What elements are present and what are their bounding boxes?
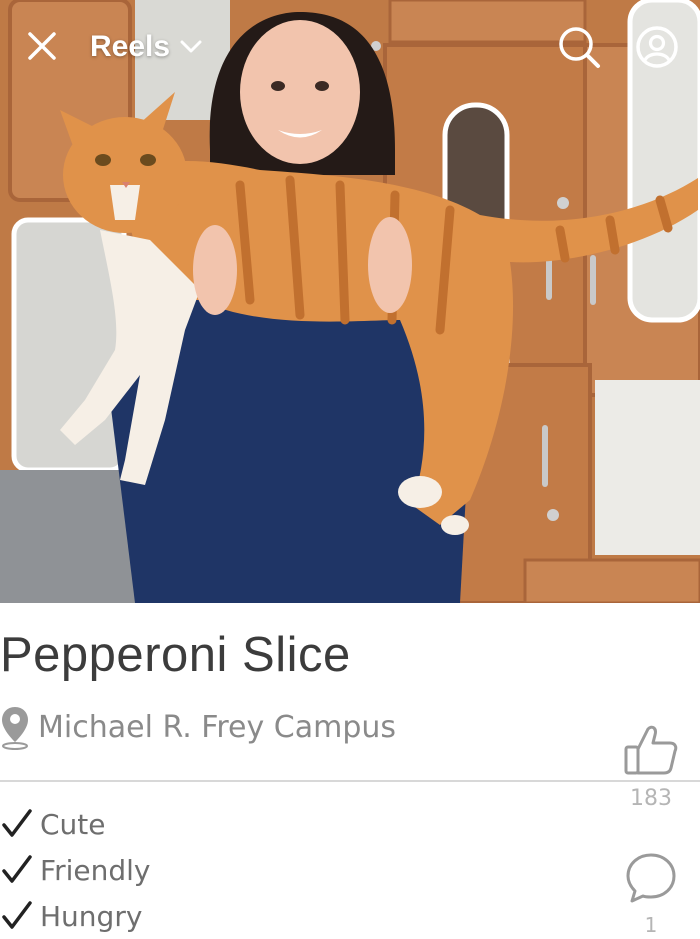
chevron-down-icon xyxy=(180,40,202,53)
pet-location[interactable]: Michael R. Frey Campus xyxy=(0,703,396,751)
location-label: Michael R. Frey Campus xyxy=(38,709,397,745)
reels-dropdown[interactable]: Reels xyxy=(90,26,202,68)
trait-list: Cute Friendly Hungry xyxy=(0,801,150,939)
checkmark-icon xyxy=(2,855,32,883)
profile-button[interactable] xyxy=(634,24,680,70)
like-count: 183 xyxy=(630,786,672,811)
comment-count: 1 xyxy=(644,913,658,937)
top-navigation-bar: Reels xyxy=(0,0,700,96)
checkmark-icon xyxy=(2,809,32,837)
location-pin-icon xyxy=(2,707,28,750)
pet-info-panel: Pepperoni Slice Michael R. Frey Campus 1… xyxy=(0,603,700,937)
reels-title: Reels xyxy=(90,30,171,63)
trait-label: Friendly xyxy=(40,853,151,887)
trait-label: Hungry xyxy=(40,899,143,933)
search-icon xyxy=(559,27,600,68)
trait-item: Hungry xyxy=(0,893,150,939)
pet-name: Pepperoni Slice xyxy=(0,628,351,682)
thumbs-up-icon xyxy=(624,725,678,775)
trait-label: Cute xyxy=(40,807,106,841)
reel-photo[interactable]: Reels xyxy=(0,0,700,603)
trait-item: Friendly xyxy=(0,847,150,893)
comment-bubble-icon xyxy=(626,853,676,903)
trait-item: Cute xyxy=(0,801,150,847)
divider xyxy=(0,780,700,782)
comment-button[interactable] xyxy=(624,851,678,905)
checkmark-icon xyxy=(2,901,32,929)
close-button[interactable] xyxy=(22,26,62,66)
like-button[interactable] xyxy=(622,721,680,779)
user-circle-icon xyxy=(636,26,678,68)
close-icon xyxy=(28,32,56,60)
search-button[interactable] xyxy=(556,24,602,70)
